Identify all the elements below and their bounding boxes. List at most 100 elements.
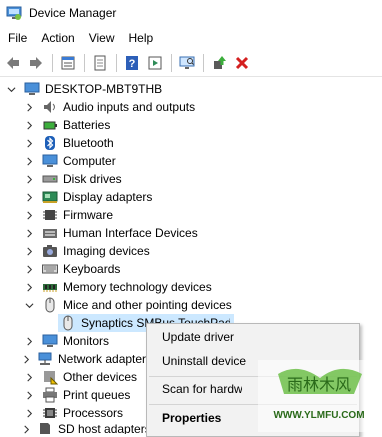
chevron-right-icon[interactable] (22, 136, 36, 150)
chevron-right-icon[interactable] (22, 388, 36, 402)
run-button[interactable] (144, 52, 166, 74)
chevron-right-icon[interactable] (22, 154, 36, 168)
chevron-right-icon[interactable] (22, 190, 36, 204)
chevron-right-icon[interactable] (22, 100, 36, 114)
tree-item-label: Network adapters (58, 352, 146, 366)
back-button[interactable] (2, 52, 24, 74)
tree-item-label: SD host adapters (58, 422, 146, 434)
disk-icon (42, 171, 58, 187)
enable-device-icon (214, 56, 226, 69)
tree-item-label: Computer (63, 154, 116, 168)
chevron-right-icon[interactable] (22, 172, 36, 186)
help-button[interactable]: ? (121, 52, 143, 74)
menu-file[interactable]: File (3, 31, 32, 45)
chevron-right-icon[interactable] (22, 422, 31, 434)
properties-icon (61, 56, 75, 70)
window-title: Device Manager (29, 6, 117, 20)
menu-help[interactable]: Help (124, 31, 159, 45)
tree-item-display-adapters[interactable]: Display adapters (22, 188, 152, 206)
menu-action[interactable]: Action (36, 31, 79, 45)
tree-item-label: Audio inputs and outputs (63, 100, 196, 114)
tree-item-imaging[interactable]: Imaging devices (22, 242, 150, 260)
display-adapter-icon (42, 189, 58, 205)
tree-item-label: Processors (63, 406, 124, 420)
forward-icon (30, 57, 42, 69)
tree-item-label: Print queues (63, 388, 131, 402)
tree-item-other-devices[interactable]: Other devices (22, 368, 146, 386)
ctx-properties[interactable]: Properties (162, 411, 221, 425)
device-manager-app-icon (6, 6, 22, 20)
watermark-bottom-text: WWW.YLMFU.COM (273, 410, 364, 421)
computer-icon (42, 153, 58, 169)
tree-item-computer[interactable]: Computer (22, 152, 116, 170)
toolbar-separator (52, 54, 53, 72)
processor-icon (42, 405, 58, 421)
speaker-icon (42, 99, 58, 115)
watermark-top-text: 雨林木风 (287, 375, 351, 394)
uninstall-icon (235, 56, 249, 70)
bluetooth-icon (42, 135, 58, 151)
tree-item-keyboards[interactable]: Keyboards (22, 260, 120, 278)
sd-icon (37, 422, 53, 434)
computer-icon (24, 81, 40, 97)
scan-hardware-button[interactable] (176, 52, 198, 74)
title-bar: Device Manager (0, 0, 382, 26)
tree-item-mice[interactable]: Mice and other pointing devices (22, 296, 232, 314)
tree-item-network[interactable]: Network adapters (22, 350, 146, 368)
properties-button[interactable] (57, 52, 79, 74)
chevron-right-icon[interactable] (22, 208, 36, 222)
tree-item-label: Firmware (63, 208, 113, 222)
tree-item-label: Mice and other pointing devices (63, 298, 232, 312)
toolbar-separator (171, 54, 172, 72)
ctx-scan-hardware[interactable]: Scan for hardware changes (162, 382, 242, 396)
battery-icon (42, 117, 58, 133)
tree-item-monitors[interactable]: Monitors (22, 332, 109, 350)
chevron-right-icon[interactable] (22, 280, 36, 294)
hid-icon (42, 225, 58, 241)
tree-item-label: Batteries (63, 118, 111, 132)
tree-item-label: Keyboards (63, 262, 121, 276)
mouse-icon (60, 315, 76, 331)
toolbar-separator (116, 54, 117, 72)
tree-item-bluetooth[interactable]: Bluetooth (22, 134, 114, 152)
menu-view[interactable]: View (84, 31, 120, 45)
monitor-icon (42, 333, 58, 349)
enable-device-button[interactable] (208, 52, 230, 74)
chevron-right-icon[interactable] (22, 352, 31, 366)
toolbar-separator (203, 54, 204, 72)
tree-item-memory[interactable]: Memory technology devices (22, 278, 212, 296)
tree-item-processors[interactable]: Processors (22, 404, 146, 422)
chevron-down-icon[interactable] (4, 82, 18, 96)
tree-item-label: Memory technology devices (63, 280, 212, 294)
keyboard-icon (42, 261, 58, 277)
tree-item-print-queues[interactable]: Print queues (22, 386, 146, 404)
tree-item-hid[interactable]: Human Interface Devices (22, 224, 198, 242)
chevron-down-icon[interactable] (22, 298, 36, 312)
tree-item-disk-drives[interactable]: Disk drives (22, 170, 122, 188)
tree-item-label: Imaging devices (63, 244, 150, 258)
tree-item-audio[interactable]: Audio inputs and outputs (22, 98, 195, 116)
chevron-right-icon[interactable] (22, 334, 36, 348)
forward-button[interactable] (25, 52, 47, 74)
update-driver-button[interactable] (89, 52, 111, 74)
chevron-right-icon[interactable] (22, 370, 36, 384)
camera-icon (42, 243, 58, 259)
chevron-right-icon[interactable] (22, 226, 36, 240)
watermark-logo: 雨林木风 WWW.YLMFU.COM (258, 360, 380, 432)
tree-root[interactable]: DESKTOP-MBT9THB (4, 80, 162, 98)
tree-item-firmware[interactable]: Firmware (22, 206, 113, 224)
toolbar-separator (84, 54, 85, 72)
tree-item-label: Disk drives (63, 172, 122, 186)
tree-item-label: Bluetooth (63, 136, 114, 150)
ctx-update-driver[interactable]: Update driver (162, 330, 234, 344)
chevron-right-icon[interactable] (22, 406, 36, 420)
chevron-right-icon[interactable] (22, 118, 36, 132)
chevron-right-icon[interactable] (22, 262, 36, 276)
tree-item-sd-host[interactable]: SD host adapters (22, 422, 146, 434)
chevron-right-icon[interactable] (22, 244, 36, 258)
ctx-uninstall-device[interactable]: Uninstall device (162, 354, 246, 368)
firmware-icon (42, 207, 58, 223)
tree-root-label: DESKTOP-MBT9THB (45, 82, 163, 96)
uninstall-button[interactable] (231, 52, 253, 74)
tree-item-batteries[interactable]: Batteries (22, 116, 110, 134)
